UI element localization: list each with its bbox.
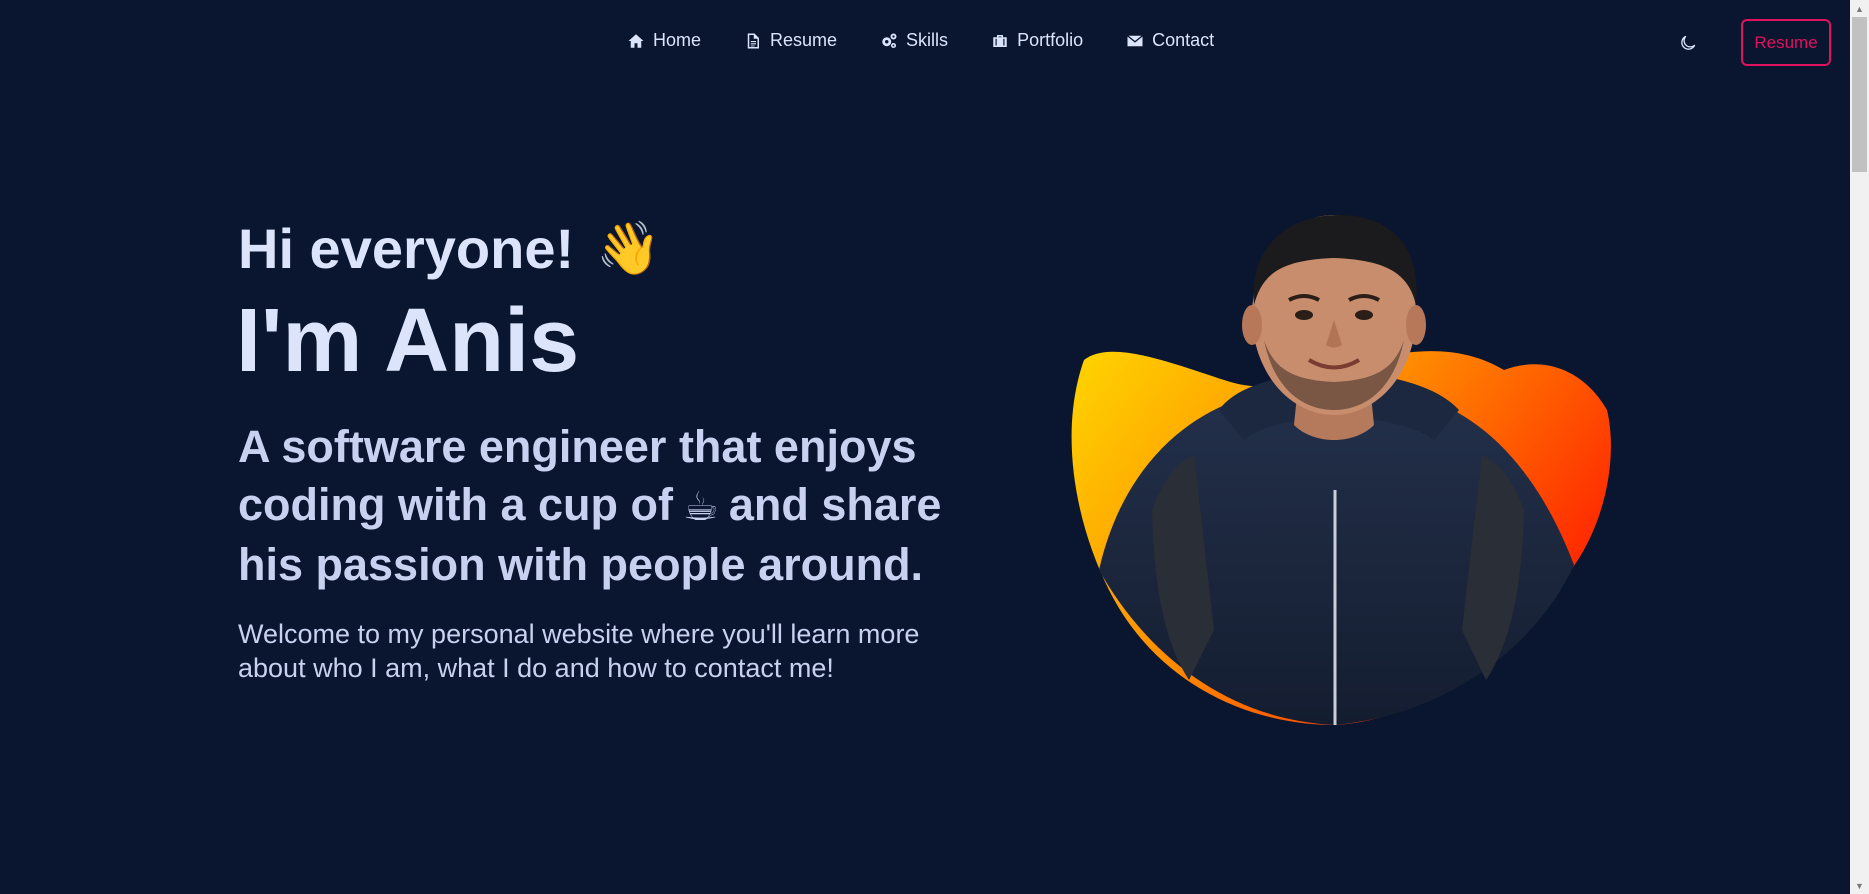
nav-item-portfolio[interactable]: Portfolio [991,30,1083,51]
waving-hand-icon: 👋 [596,220,661,278]
coffee-cup-icon: ☕ [682,485,719,529]
greeting-heading: Hi everyone! 👋 [238,216,661,281]
tagline: A software engineer that enjoys coding w… [238,418,998,594]
page: Home Resume Skills Portfolio Contact Res… [0,0,1869,894]
resume-button[interactable]: Resume [1741,19,1831,66]
nav-item-label: Skills [906,30,949,50]
portrait-image [1071,215,1611,725]
envelope-icon [1127,34,1144,46]
nav-menu: Home Resume Skills Portfolio Contact [627,30,1214,51]
scroll-thumb[interactable] [1852,17,1867,172]
nav-item-skills[interactable]: Skills [880,30,948,51]
nav-item-home[interactable]: Home [627,30,701,51]
nav-item-label: Portfolio [1017,30,1084,50]
home-icon [628,33,644,48]
gears-icon [882,33,897,48]
nav-item-resume[interactable]: Resume [744,30,837,51]
moon-icon [1681,35,1696,50]
scroll-down-icon[interactable]: ▼ [1850,877,1869,894]
top-navbar: Home Resume Skills Portfolio Contact Res… [0,0,1850,88]
nav-item-label: Home [653,30,702,50]
scroll-up-icon[interactable]: ▲ [1850,0,1869,17]
name-heading: I'm Anis [236,291,580,391]
nav-item-contact[interactable]: Contact [1126,30,1214,51]
vertical-scrollbar[interactable]: ▲ ▼ [1850,0,1869,894]
nav-item-label: Resume [770,30,838,50]
nav-item-label: Contact [1152,30,1215,50]
document-icon [747,33,760,48]
welcome-text: Welcome to my personal website where you… [238,619,920,683]
theme-toggle-button[interactable] [1678,33,1702,57]
briefcase-icon [993,34,1007,47]
greeting-text: Hi everyone! [238,217,575,280]
